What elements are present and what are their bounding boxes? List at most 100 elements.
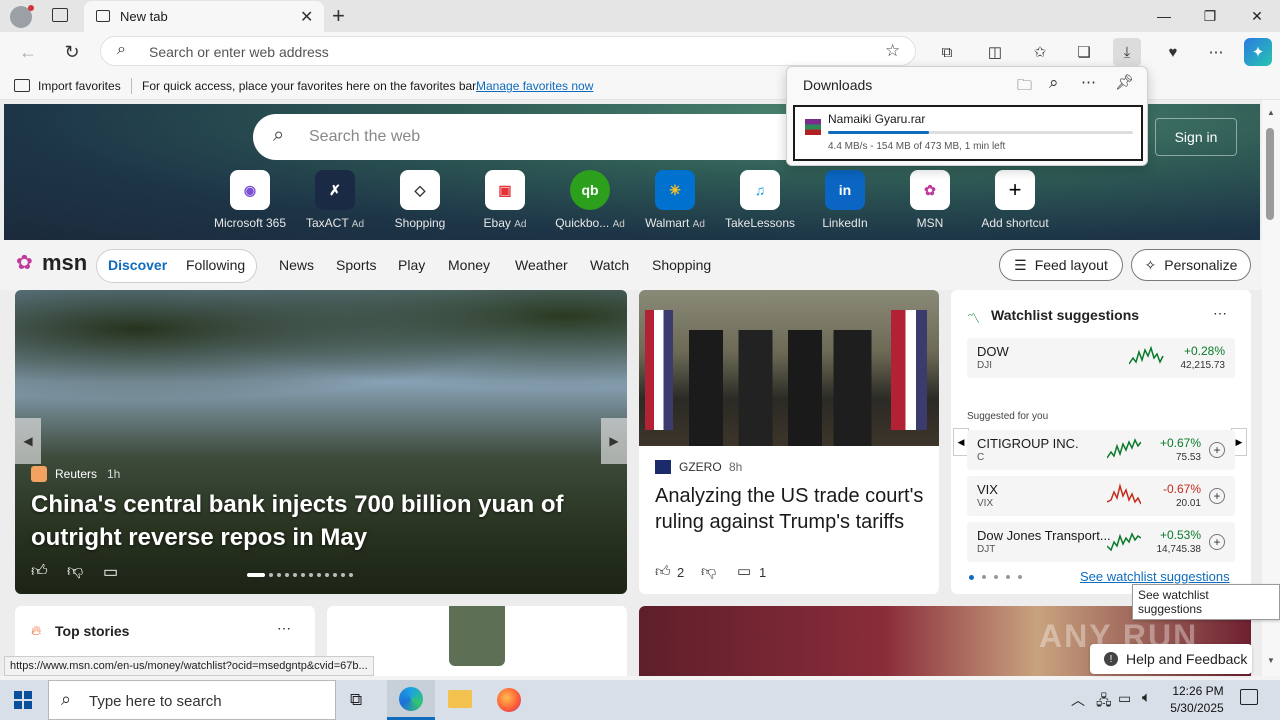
- carousel-dot[interactable]: [341, 573, 345, 577]
- personalize-button[interactable]: ✧ Personalize: [1131, 249, 1251, 281]
- clock-date[interactable]: 5/30/2025: [1166, 701, 1228, 715]
- notifications-icon[interactable]: [1240, 689, 1258, 705]
- firefox-icon[interactable]: [497, 688, 521, 712]
- nav-shopping[interactable]: Shopping: [652, 257, 711, 273]
- nav-money[interactable]: Money: [448, 257, 490, 273]
- tab-new-tab[interactable]: New tab ✕: [84, 1, 324, 32]
- shortcut-microsoft365[interactable]: ◉ Microsoft 365: [210, 170, 290, 230]
- settings-more-icon[interactable]: ⋯: [1202, 38, 1230, 66]
- stock-row[interactable]: CITIGROUP INC. C +0.67% 75.53 +: [967, 430, 1235, 470]
- top-stories-title[interactable]: Top stories: [55, 623, 129, 639]
- dislike-icon[interactable]: 👎︎: [701, 563, 716, 581]
- feed-layout-button[interactable]: ☰ Feed layout: [999, 249, 1123, 281]
- restore-button[interactable]: ❐: [1187, 0, 1233, 32]
- scroll-down-arrow[interactable]: ▼: [1267, 656, 1275, 665]
- carousel-dot[interactable]: [301, 573, 305, 577]
- wifi-icon[interactable]: ▭: [1118, 690, 1131, 707]
- shortcut-quickbooks[interactable]: qb Quickbo... Ad: [550, 170, 630, 230]
- add-to-watchlist-icon[interactable]: +: [1209, 534, 1225, 550]
- clock-time[interactable]: 12:26 PM: [1170, 684, 1226, 698]
- browser-essentials-icon[interactable]: ♥: [1159, 38, 1187, 66]
- collections-icon[interactable]: ❏: [1070, 38, 1098, 66]
- shortcut-taxact[interactable]: ✗ TaxACT Ad: [295, 170, 375, 230]
- import-favorites-button[interactable]: Import favorites: [38, 79, 121, 93]
- copilot-icon[interactable]: ✦: [1244, 38, 1272, 66]
- nav-news[interactable]: News: [279, 257, 314, 273]
- address-bar[interactable]: ⌕ Search or enter web address ☆: [100, 36, 916, 66]
- shortcut-msn[interactable]: ✿ MSN: [890, 170, 970, 230]
- carousel-dot[interactable]: [349, 573, 353, 577]
- story-headline[interactable]: China's central bank injects 700 billion…: [31, 488, 611, 554]
- volume-icon[interactable]: 🔈︎: [1142, 689, 1151, 706]
- shortcut-takelessons[interactable]: ♫ TakeLessons: [720, 170, 800, 230]
- carousel-next-button[interactable]: ▶: [601, 418, 627, 464]
- shortcut-walmart[interactable]: ✳ Walmart Ad: [635, 170, 715, 230]
- featured-story-card[interactable]: ◀ ▶ Reuters 1h China's central bank inje…: [15, 290, 627, 594]
- favorites-icon[interactable]: ✩: [1026, 38, 1054, 66]
- carousel-dot[interactable]: [325, 573, 329, 577]
- manage-favorites-link[interactable]: Manage favorites now: [476, 79, 593, 93]
- shortcut-shopping[interactable]: ◇ Shopping: [380, 170, 460, 230]
- sign-in-button[interactable]: Sign in: [1155, 118, 1237, 156]
- comment-icon[interactable]: ▭: [103, 562, 118, 582]
- downloads-icon[interactable]: ⤓: [1113, 38, 1141, 66]
- comment-icon[interactable]: ▭: [737, 562, 751, 580]
- start-button[interactable]: [14, 691, 32, 709]
- scroll-up-arrow[interactable]: ▲: [1267, 108, 1275, 117]
- add-to-watchlist-icon[interactable]: +: [1209, 442, 1225, 458]
- pager-dot-active[interactable]: [969, 575, 974, 580]
- more-options-icon[interactable]: ⋯: [1213, 305, 1227, 322]
- carousel-dot[interactable]: [309, 573, 313, 577]
- network-icon[interactable]: 🖧: [1096, 690, 1112, 714]
- favorite-star-icon[interactable]: ☆: [885, 41, 900, 61]
- close-tab-icon[interactable]: ✕: [300, 7, 313, 27]
- nav-weather[interactable]: Weather: [515, 257, 568, 273]
- news-card[interactable]: GZERO 8h Analyzing the US trade court's …: [639, 290, 939, 594]
- split-screen-icon[interactable]: ◫: [981, 38, 1009, 66]
- add-shortcut-button[interactable]: + Add shortcut: [975, 170, 1055, 230]
- shortcut-linkedin[interactable]: in LinkedIn: [805, 170, 885, 230]
- shortcut-ebay[interactable]: ▣ Ebay Ad: [465, 170, 545, 230]
- more-options-icon[interactable]: ⋯: [277, 620, 291, 637]
- msn-logo-text[interactable]: msn: [42, 250, 87, 276]
- carousel-dot-active[interactable]: [247, 573, 265, 577]
- edge-taskbar-icon[interactable]: [387, 680, 435, 720]
- import-favorites-icon[interactable]: [14, 79, 30, 92]
- close-window-button[interactable]: ✕: [1234, 0, 1280, 32]
- carousel-prev-button[interactable]: ◀: [15, 418, 41, 464]
- task-view-icon[interactable]: ⧉: [350, 690, 362, 710]
- pager-dot[interactable]: [994, 575, 998, 579]
- scroll-thumb[interactable]: [1266, 128, 1274, 220]
- carousel-dot[interactable]: [293, 573, 297, 577]
- nav-play[interactable]: Play: [398, 257, 425, 273]
- help-feedback-button[interactable]: ! Help and Feedback: [1090, 644, 1252, 674]
- search-downloads-icon[interactable]: ⌕: [1049, 73, 1059, 93]
- carousel-dot[interactable]: [333, 573, 337, 577]
- pin-icon[interactable]: 📌︎: [1115, 73, 1134, 91]
- open-folder-icon[interactable]: 🗀: [1017, 75, 1032, 100]
- web-search-box[interactable]: ⌕ Search the web: [253, 114, 813, 160]
- dislike-icon[interactable]: 👎︎: [67, 562, 83, 581]
- see-watchlist-link[interactable]: See watchlist suggestions: [1080, 569, 1230, 584]
- file-explorer-icon[interactable]: [448, 690, 472, 708]
- stock-row[interactable]: Dow Jones Transport... DJT +0.53% 14,745…: [967, 522, 1235, 562]
- carousel-dot[interactable]: [285, 573, 289, 577]
- pager-dot[interactable]: [1018, 575, 1022, 579]
- carousel-dot[interactable]: [277, 573, 281, 577]
- refresh-icon[interactable]: ↻: [58, 38, 86, 66]
- pager-dot[interactable]: [982, 575, 986, 579]
- tab-actions-icon[interactable]: [52, 8, 68, 22]
- back-icon[interactable]: ←: [14, 38, 42, 66]
- like-icon[interactable]: 👍︎: [31, 562, 48, 581]
- tab-following[interactable]: Following: [186, 257, 245, 273]
- stock-row-dow[interactable]: DOW DJI +0.28% 42,215.73: [967, 338, 1235, 378]
- carousel-dot[interactable]: [269, 573, 273, 577]
- show-hidden-icons[interactable]: ︿: [1071, 690, 1085, 710]
- new-tab-button[interactable]: +: [332, 3, 345, 29]
- add-to-watchlist-icon[interactable]: +: [1209, 488, 1225, 504]
- stock-row[interactable]: VIX VIX -0.67% 20.01 +: [967, 476, 1235, 516]
- carousel-dot[interactable]: [317, 573, 321, 577]
- tab-discover[interactable]: Discover: [108, 257, 167, 273]
- watchlist-title[interactable]: Watchlist suggestions: [991, 307, 1139, 323]
- msn-logo-icon[interactable]: ✿: [16, 250, 33, 275]
